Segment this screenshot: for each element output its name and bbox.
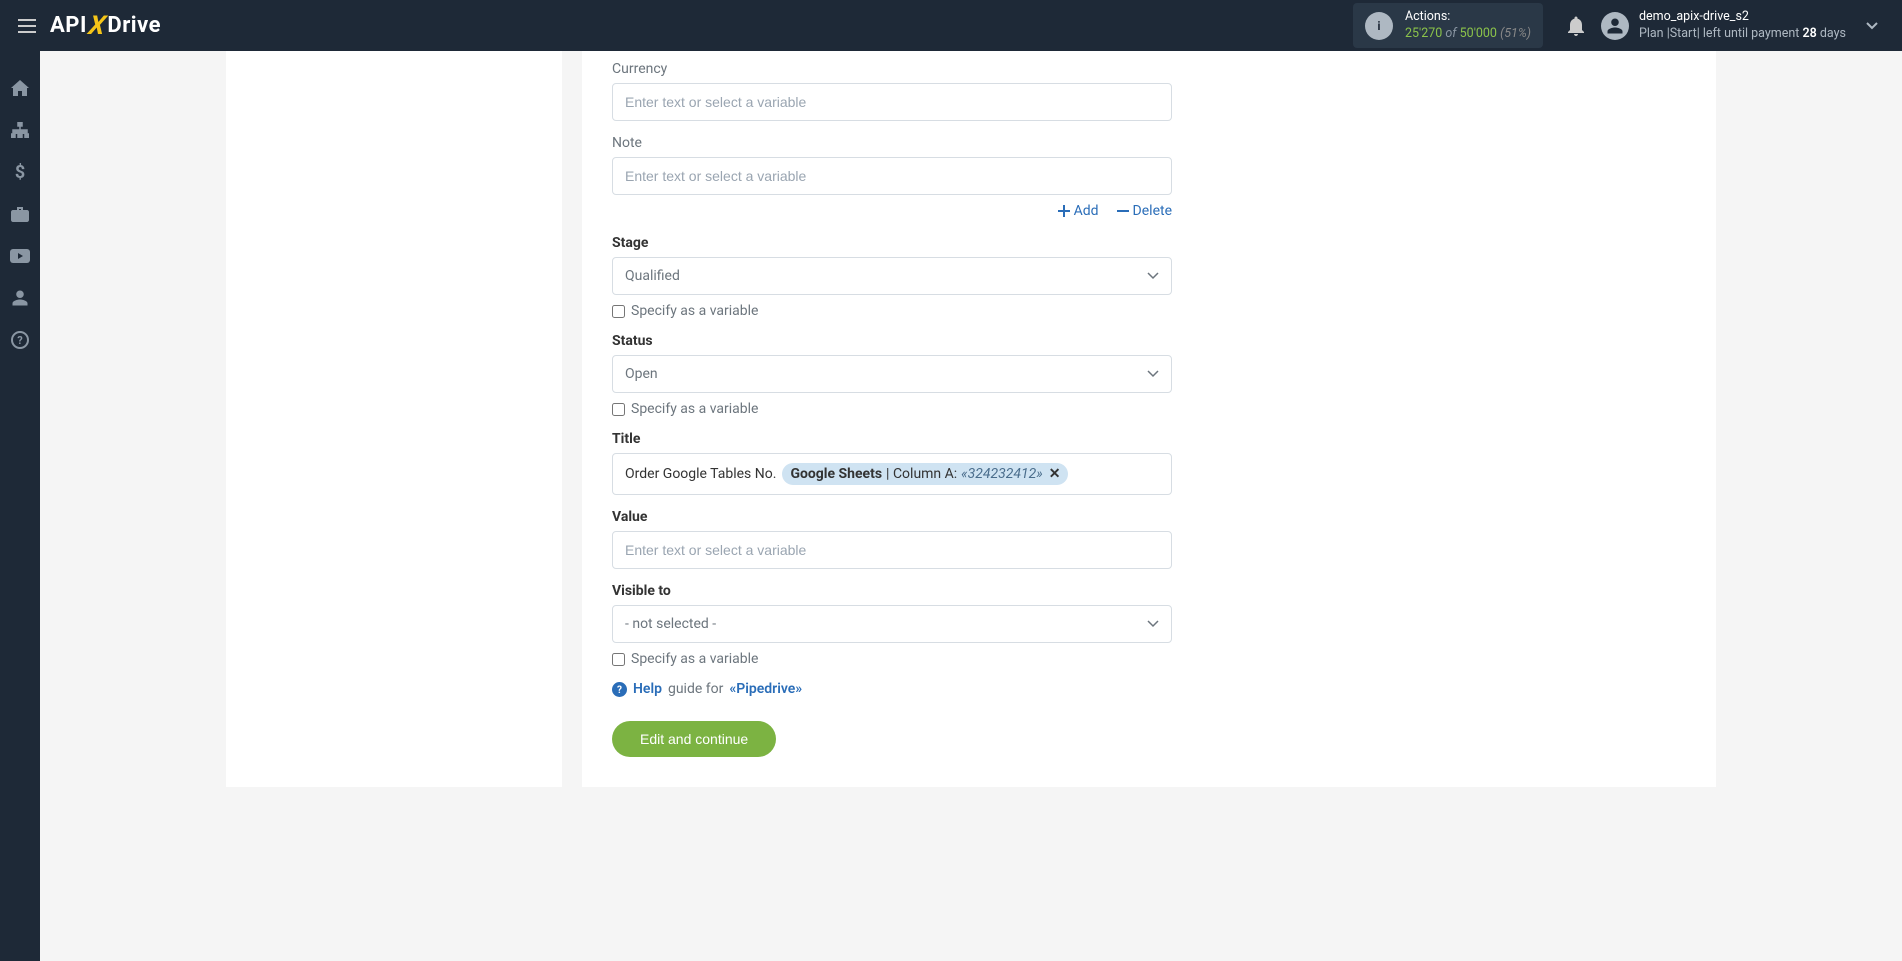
tag-source: Google Sheets: [790, 466, 882, 482]
visible-specify-checkbox[interactable]: [612, 653, 625, 666]
sidebar: $ ?: [0, 51, 40, 961]
content-row: Currency Note Add: [226, 51, 1716, 787]
svg-text:i: i: [1377, 19, 1380, 33]
status-specify-label: Specify as a variable: [631, 401, 758, 417]
page: Currency Note Add: [40, 51, 1902, 787]
svg-text:$: $: [15, 163, 25, 181]
note-label: Note: [612, 135, 1172, 151]
note-input-field[interactable]: [625, 168, 1159, 184]
add-button[interactable]: Add: [1058, 203, 1099, 219]
chevron-down-icon: [1147, 370, 1159, 378]
minus-icon: [1117, 205, 1129, 217]
avatar-icon: [1601, 12, 1629, 40]
status-label: Status: [612, 333, 1172, 349]
help-word: Help: [633, 681, 662, 697]
plan-left: left until payment: [1703, 26, 1800, 41]
currency-input-field[interactable]: [625, 94, 1159, 110]
tag-value: «324232412»: [961, 466, 1043, 482]
visible-value: - not selected -: [625, 616, 716, 632]
title-variable-tag[interactable]: Google Sheets | Column A: «324232412» ✕: [782, 463, 1068, 485]
form-panel: Currency Note Add: [582, 51, 1716, 787]
status-specify-checkbox[interactable]: [612, 403, 625, 416]
plan-label: Plan: [1639, 26, 1664, 41]
tag-column: | Column A:: [886, 466, 957, 482]
actions-label: Actions:: [1405, 9, 1531, 25]
plus-icon: [1058, 205, 1070, 217]
help-link[interactable]: ? Help guide for «Pipedrive»: [612, 681, 1172, 697]
stage-specify-var[interactable]: Specify as a variable: [612, 303, 1172, 319]
logo-text-x: X: [84, 11, 110, 41]
top-header: APIXDrive i Actions: 25'270 of 50'000 (5…: [0, 0, 1902, 51]
plan-days: 28: [1802, 26, 1816, 41]
visible-label: Visible to: [612, 583, 1172, 599]
svg-text:?: ?: [17, 334, 23, 347]
visible-select[interactable]: - not selected -: [612, 605, 1172, 643]
help-circle-icon: ?: [612, 682, 627, 697]
edit-continue-button[interactable]: Edit and continue: [612, 721, 776, 757]
sidebar-home-icon[interactable]: [0, 69, 40, 107]
info-icon: i: [1365, 12, 1393, 40]
add-label: Add: [1074, 203, 1099, 219]
actions-used: 25'270: [1405, 26, 1442, 41]
sidebar-connections-icon[interactable]: [0, 111, 40, 149]
value-input[interactable]: [612, 531, 1172, 569]
status-value: Open: [625, 366, 658, 382]
plan-days-unit: days: [1820, 26, 1846, 41]
note-input[interactable]: [612, 157, 1172, 195]
actions-of: of: [1445, 26, 1456, 41]
note-actions: Add Delete: [612, 203, 1172, 219]
left-panel: [226, 51, 562, 787]
title-prefix: Order Google Tables No.: [625, 466, 776, 482]
stage-value: Qualified: [625, 268, 680, 284]
help-service: «Pipedrive»: [729, 681, 802, 697]
value-input-field[interactable]: [625, 542, 1159, 558]
svg-text:?: ?: [617, 685, 622, 696]
status-select[interactable]: Open: [612, 355, 1172, 393]
field-value: Value: [612, 509, 1172, 569]
field-stage: Stage Qualified Specify as a variable: [612, 235, 1172, 319]
stage-specify-label: Specify as a variable: [631, 303, 758, 319]
title-label: Title: [612, 431, 1172, 447]
stage-label: Stage: [612, 235, 1172, 251]
plan-name: Start: [1670, 26, 1697, 41]
currency-input[interactable]: [612, 83, 1172, 121]
actions-total: 50'000: [1460, 26, 1497, 41]
sidebar-video-icon[interactable]: [0, 237, 40, 275]
field-currency: Currency: [612, 61, 1172, 121]
bell-icon[interactable]: [1559, 8, 1593, 44]
hamburger-icon[interactable]: [12, 13, 42, 39]
user-info: demo_apix-drive_s2 Plan |Start| left unt…: [1639, 9, 1846, 42]
user-menu[interactable]: demo_apix-drive_s2 Plan |Start| left unt…: [1593, 9, 1854, 42]
status-specify-var[interactable]: Specify as a variable: [612, 401, 1172, 417]
field-status: Status Open Specify as a variable: [612, 333, 1172, 417]
field-title: Title Order Google Tables No. Google She…: [612, 431, 1172, 495]
tag-remove-icon[interactable]: ✕: [1049, 466, 1061, 482]
actions-text: Actions: 25'270 of 50'000 (51%): [1405, 9, 1531, 42]
field-visible-to: Visible to - not selected - Specify as a…: [612, 583, 1172, 667]
help-guide: guide for: [668, 681, 723, 697]
currency-label: Currency: [612, 61, 1172, 77]
sidebar-dollar-icon[interactable]: $: [0, 153, 40, 191]
logo-text-pre: API: [50, 13, 87, 38]
delete-label: Delete: [1133, 203, 1172, 219]
logo[interactable]: APIXDrive: [50, 11, 161, 41]
visible-specify-var[interactable]: Specify as a variable: [612, 651, 1172, 667]
sidebar-briefcase-icon[interactable]: [0, 195, 40, 233]
sidebar-help-icon[interactable]: ?: [0, 321, 40, 359]
field-note: Note: [612, 135, 1172, 195]
stage-specify-checkbox[interactable]: [612, 305, 625, 318]
actions-status[interactable]: i Actions: 25'270 of 50'000 (51%): [1353, 3, 1543, 48]
chevron-down-icon: [1147, 272, 1159, 280]
stage-select[interactable]: Qualified: [612, 257, 1172, 295]
visible-specify-label: Specify as a variable: [631, 651, 758, 667]
chevron-down-icon: [1147, 620, 1159, 628]
delete-button[interactable]: Delete: [1117, 203, 1172, 219]
sidebar-user-icon[interactable]: [0, 279, 40, 317]
actions-pct: (51%): [1500, 26, 1531, 41]
logo-text-post: Drive: [107, 13, 161, 38]
title-input[interactable]: Order Google Tables No. Google Sheets | …: [612, 453, 1172, 495]
user-name: demo_apix-drive_s2: [1639, 9, 1846, 25]
value-label: Value: [612, 509, 1172, 525]
chevron-down-icon[interactable]: [1854, 22, 1890, 30]
